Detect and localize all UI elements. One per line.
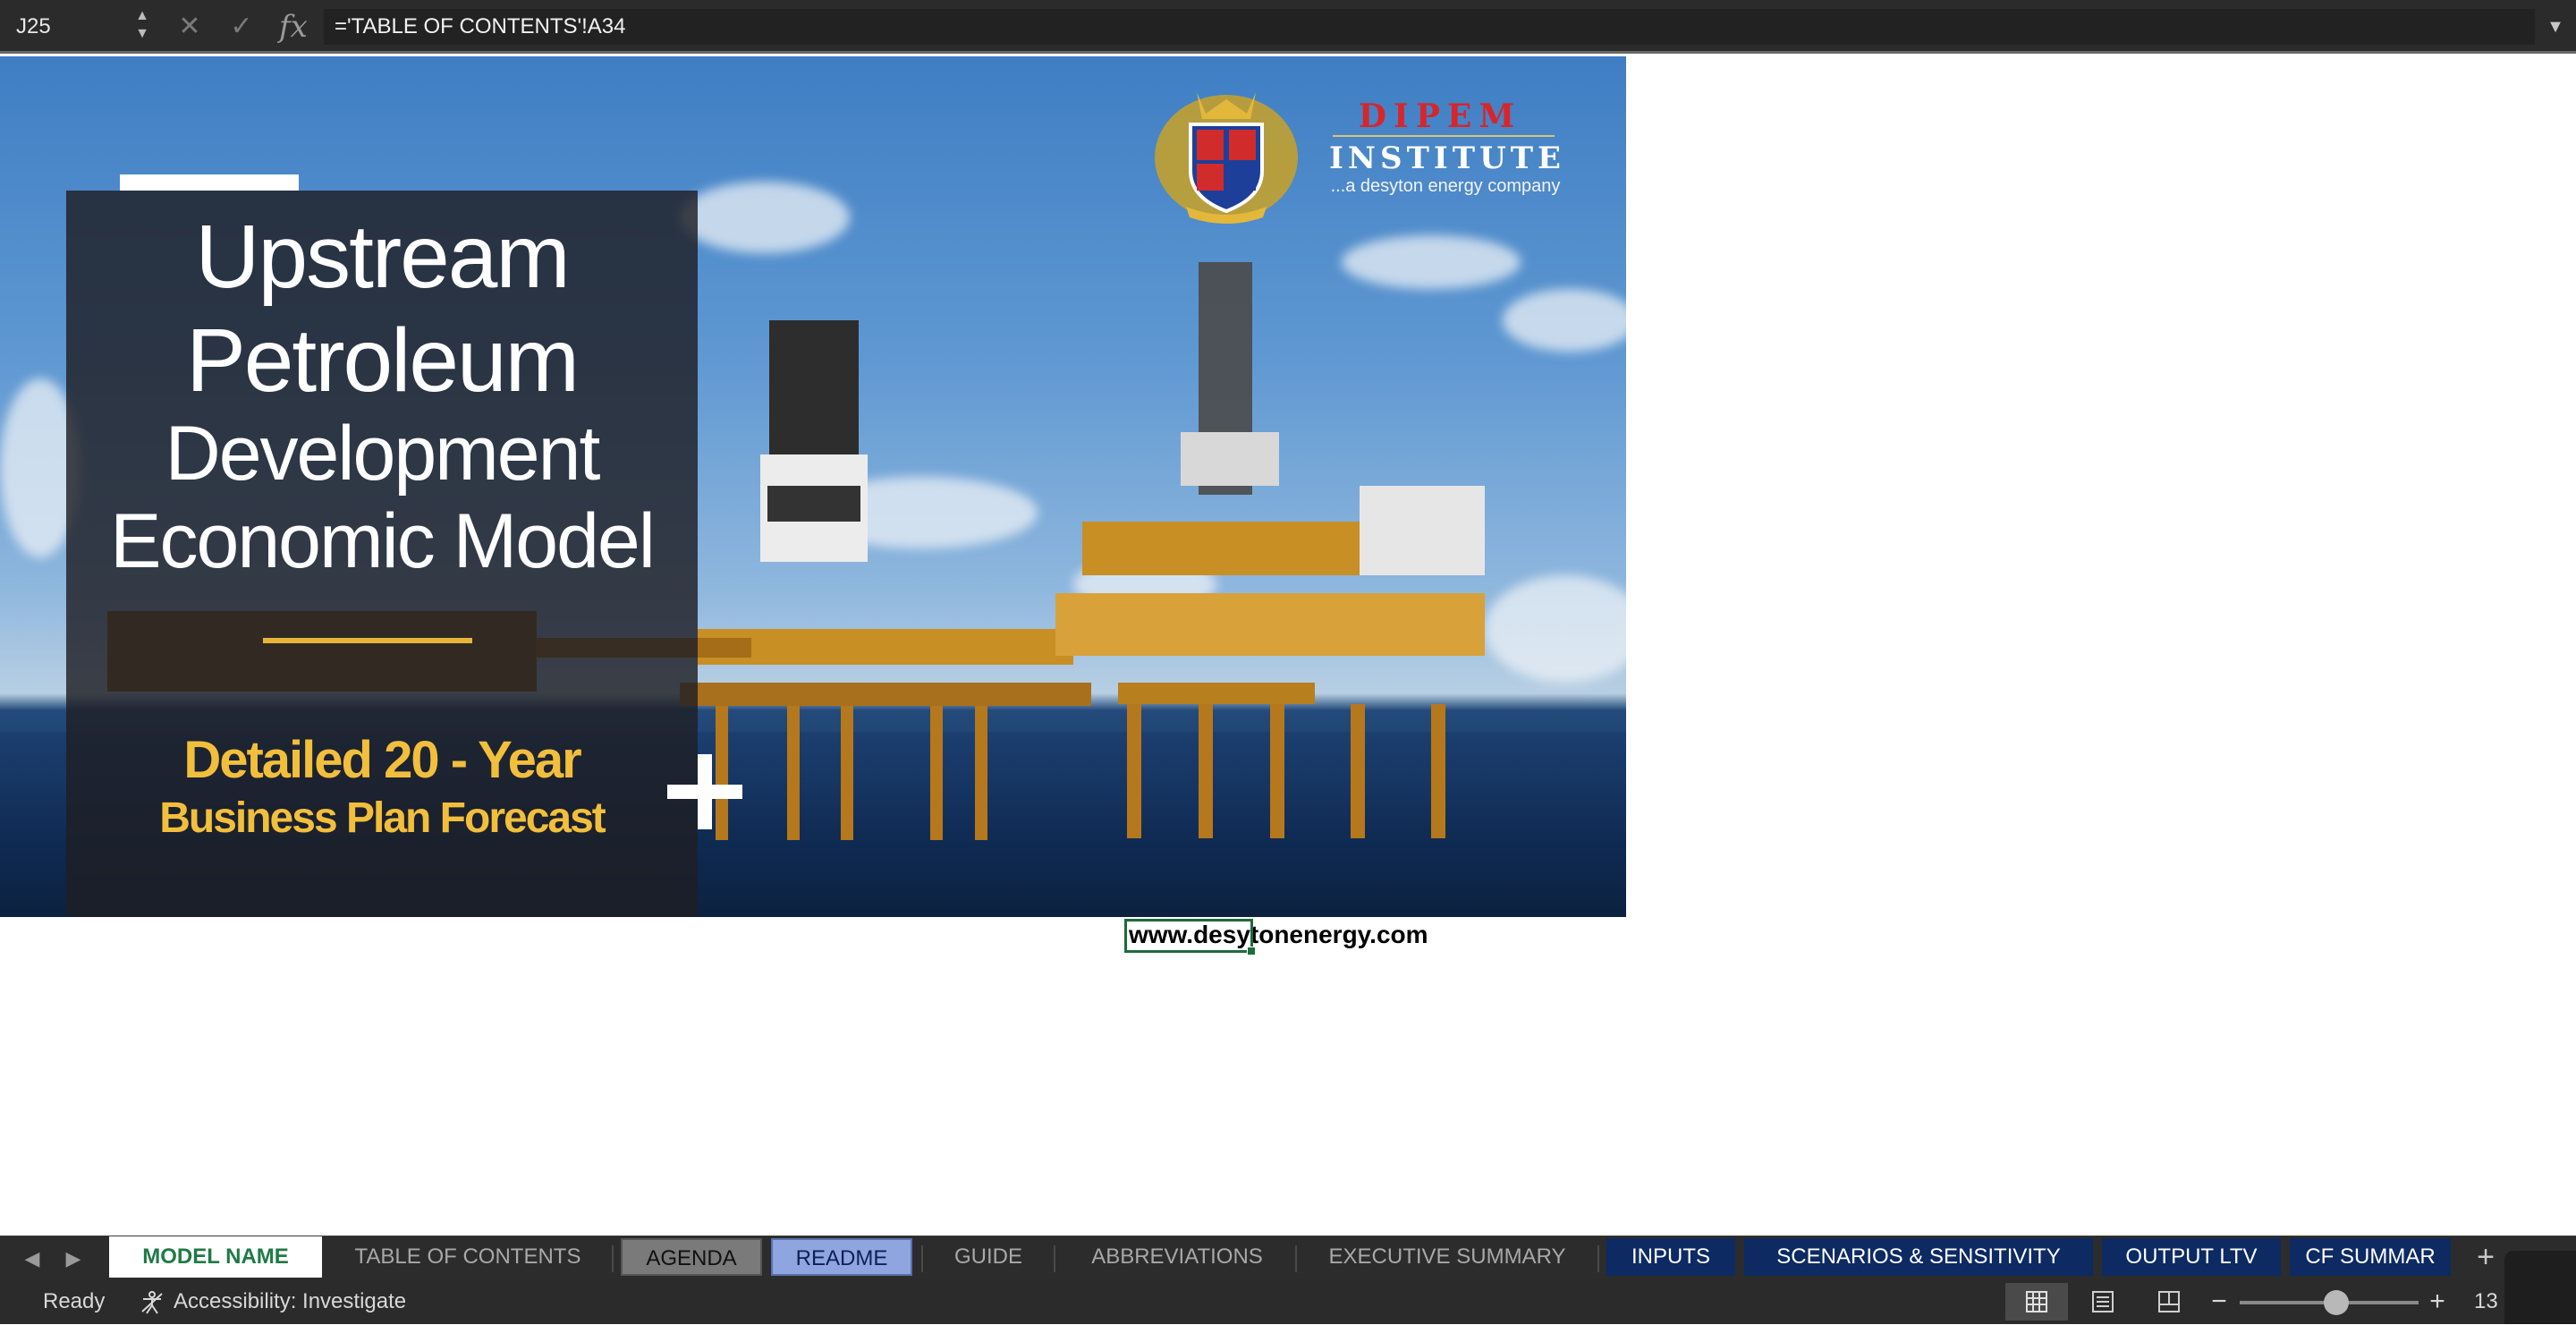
dipem-crest-logo <box>1155 92 1298 224</box>
formula-bar: J25 ▲ ▼ ✕ ✓ fx ='TABLE OF CONTENTS'!A34 ▼ <box>0 0 2576 54</box>
tab-scroll-right-icon[interactable]: ▶ <box>55 1236 91 1280</box>
title-line-4: Economic Model <box>110 498 656 584</box>
zoom-slider-thumb[interactable] <box>2324 1290 2349 1315</box>
fill-handle[interactable] <box>1247 947 1256 956</box>
tab-scroll-left-icon[interactable]: ◀ <box>14 1236 50 1280</box>
title-line-1: Upstream <box>195 207 570 307</box>
view-switcher <box>2005 1283 2204 1321</box>
status-bar: Ready Accessibility: Investigate − + 13 <box>0 1279 2576 1324</box>
zoom-in-icon[interactable]: + <box>2424 1279 2451 1324</box>
tab-model-name[interactable]: MODEL NAME <box>109 1236 322 1278</box>
tab-readme[interactable]: README <box>771 1238 912 1276</box>
confirm-formula-icon[interactable]: ✓ <box>224 7 259 47</box>
tab-output-ltv[interactable]: OUTPUT LTV <box>2102 1238 2281 1276</box>
tab-inputs[interactable]: INPUTS <box>1606 1238 1735 1276</box>
function-icon[interactable]: fx <box>279 7 308 47</box>
chevron-down-icon[interactable]: ▼ <box>2542 9 2569 45</box>
corner-overlay <box>2504 1251 2576 1324</box>
active-cell-selection[interactable] <box>1124 919 1253 953</box>
normal-view-icon[interactable] <box>2005 1283 2068 1321</box>
title-line-3: Development <box>165 411 601 497</box>
worksheet-grid[interactable]: Upstream Petroleum Development Economic … <box>0 56 2576 1236</box>
tab-cf-summary[interactable]: CF SUMMAR <box>2290 1238 2451 1276</box>
page-layout-view-icon[interactable] <box>2072 1283 2134 1321</box>
logo-tagline: ...a desyton energy company <box>1330 176 1561 196</box>
sheet-tab-bar: ◀ ▶ MODEL NAME TABLE OF CONTENTS AGENDA … <box>0 1236 2576 1279</box>
tab-table-of-contents[interactable]: TABLE OF CONTENTS <box>331 1238 605 1276</box>
logo-divider <box>1333 135 1555 137</box>
gold-divider <box>263 638 472 643</box>
plus-icon <box>667 754 742 829</box>
subtitle-line-1: Detailed 20 - Year <box>183 731 581 789</box>
logo-name-line-1: DIPEM <box>1358 98 1522 135</box>
cover-banner-image[interactable]: Upstream Petroleum Development Economic … <box>0 56 1626 917</box>
title-line-2: Petroleum <box>186 310 580 411</box>
name-box-stepper-icon[interactable]: ▲ ▼ <box>132 7 152 47</box>
title-accent-bar <box>120 174 299 191</box>
subtitle-line-2: Business Plan Forecast <box>159 794 606 842</box>
cancel-formula-icon[interactable]: ✕ <box>172 7 208 47</box>
page-break-view-icon[interactable] <box>2138 1283 2200 1321</box>
logo-name-line-2: INSTITUTE <box>1329 140 1565 176</box>
zoom-out-icon[interactable]: − <box>2206 1279 2233 1324</box>
formula-input[interactable]: ='TABLE OF CONTENTS'!A34 <box>324 9 2535 45</box>
add-sheet-icon[interactable]: + <box>2463 1236 2508 1280</box>
tab-executive-summary[interactable]: EXECUTIVE SUMMARY <box>1304 1238 1590 1276</box>
tab-scenarios-sensitivity[interactable]: SCENARIOS & SENSITIVITY <box>1744 1238 2093 1276</box>
tab-abbreviations[interactable]: ABBREVIATIONS <box>1063 1238 1292 1276</box>
status-ready: Ready <box>43 1289 106 1313</box>
accessibility-icon[interactable] <box>140 1290 165 1315</box>
accessibility-status[interactable]: Accessibility: Investigate <box>174 1279 406 1324</box>
tab-agenda[interactable]: AGENDA <box>621 1238 762 1276</box>
tab-guide[interactable]: GUIDE <box>930 1238 1046 1276</box>
